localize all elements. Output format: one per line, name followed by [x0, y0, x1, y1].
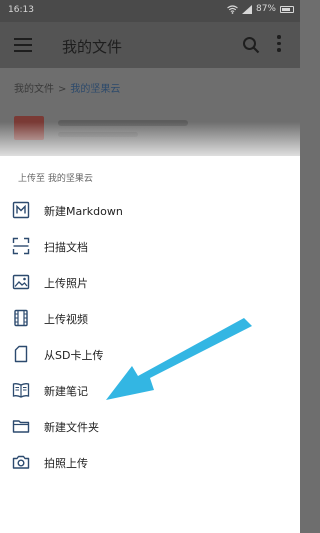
scan-icon [12, 237, 30, 255]
menu-item-label: 拍照上传 [44, 457, 88, 470]
menu-item-label: 新建文件夹 [44, 421, 99, 434]
notebook-icon [12, 383, 30, 398]
film-icon [14, 309, 28, 327]
menu-item-label: 从SD卡上传 [44, 349, 104, 362]
menu-item-label: 上传照片 [44, 277, 88, 290]
menu-item-new-note[interactable]: 新建笔记 [0, 372, 300, 408]
wifi-icon [227, 4, 238, 14]
breadcrumb-current: 我的坚果云 [70, 84, 121, 95]
menu-item-label: 扫描文档 [44, 241, 88, 254]
signal-icon [241, 4, 252, 14]
breadcrumb-root[interactable]: 我的文件 [14, 84, 54, 95]
upload-bottom-sheet: 上传至 我的坚果云 新建Markdown 扫描文档 上传照片 上传视频 从SD卡… [0, 122, 300, 533]
menu-item-new-markdown[interactable]: 新建Markdown [0, 192, 300, 228]
menu-item-take-photo-upload[interactable]: 拍照上传 [0, 444, 300, 480]
menu-item-new-folder[interactable]: 新建文件夹 [0, 408, 300, 444]
status-time: 16:13 [8, 5, 34, 15]
battery-icon [280, 5, 294, 13]
camera-icon [12, 455, 30, 469]
image-icon [12, 274, 30, 290]
hamburger-menu-icon[interactable] [14, 38, 32, 52]
menu-item-label: 上传视频 [44, 313, 88, 326]
breadcrumb: 我的文件 > 我的坚果云 [14, 80, 120, 95]
sheet-header: 上传至 我的坚果云 [18, 174, 93, 184]
search-icon[interactable] [242, 36, 260, 54]
menu-item-upload-video[interactable]: 上传视频 [0, 300, 300, 336]
sd-card-icon [14, 345, 28, 363]
menu-item-upload-from-sd-card[interactable]: 从SD卡上传 [0, 336, 300, 372]
markdown-icon [12, 201, 30, 219]
menu-item-label: 新建Markdown [44, 205, 123, 218]
menu-item-label: 新建笔记 [44, 385, 88, 398]
page-title: 我的文件 [62, 38, 123, 56]
breadcrumb-separator: > [58, 84, 67, 95]
app-bar: 我的文件 [0, 22, 300, 68]
more-options-icon[interactable] [276, 35, 282, 55]
menu-item-scan-document[interactable]: 扫描文档 [0, 228, 300, 264]
status-icons: 87% [227, 4, 294, 14]
status-bar: 16:13 87% [0, 0, 300, 22]
battery-percent: 87% [255, 4, 276, 14]
folder-icon [12, 420, 30, 433]
menu-item-upload-photo[interactable]: 上传照片 [0, 264, 300, 300]
